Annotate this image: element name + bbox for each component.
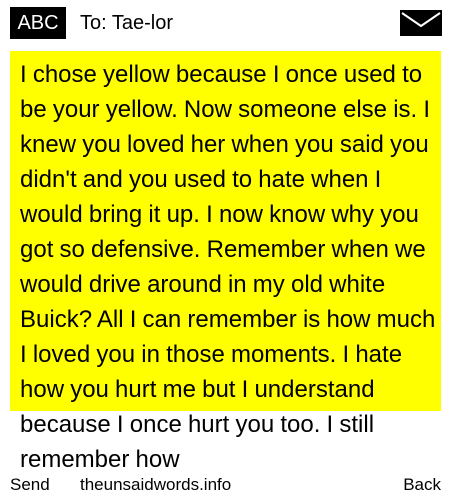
- input-mode-badge[interactable]: ABC: [10, 7, 66, 39]
- site-label: theunsaidwords.info: [80, 475, 232, 494]
- message-body[interactable]: I chose yellow because I once used to be…: [20, 57, 446, 477]
- envelope-icon: [400, 10, 442, 36]
- back-softkey[interactable]: Back: [403, 473, 441, 497]
- send-softkey[interactable]: Send: [10, 473, 50, 497]
- softkey-bar: Send theunsaidwords.info Back: [0, 473, 450, 497]
- recipient-field[interactable]: To: Tae-lor: [80, 7, 173, 39]
